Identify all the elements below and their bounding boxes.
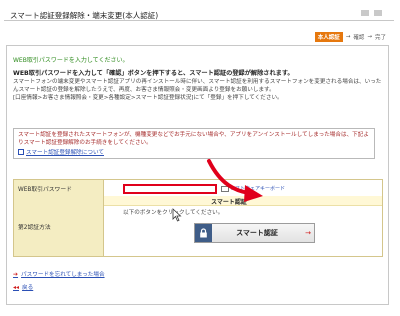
back-label: 戻る	[22, 285, 34, 291]
unregister-link-label: スマート認証登録解除について	[26, 150, 104, 156]
notice-path: [口座情報>お客さま情報照会・変更>各種設定>スマート認証登録状況]にて「登録」…	[13, 95, 283, 101]
password-prompt: WEB取引パスワードを入力してください。	[13, 57, 129, 64]
step-confirm: 確認	[353, 35, 365, 41]
warning-text: スマート認証を登録されたスマートフォンが、機種変更などでお手元にない場合や、アプ…	[18, 132, 369, 146]
notice-heading: WEB取引パスワードを入力して「確認」ボタンを押下すると、スマート認証の登録が解…	[13, 70, 294, 77]
step-separator: →	[367, 34, 372, 40]
lock-icon	[195, 224, 212, 242]
page-title: スマート認証登録解除・端末変更(本人認証)	[10, 11, 159, 20]
maximize-icon[interactable]	[374, 10, 382, 16]
double-arrow-left-icon: ◂◂	[13, 283, 20, 291]
step-complete: 完了	[374, 35, 386, 41]
notice-section: WEB取引パスワードを入力して「確認」ボタンを押下すると、スマート認証の登録が解…	[13, 70, 383, 102]
smart-auth-button-label: スマート認証	[236, 229, 278, 237]
forgot-password-link[interactable]: ➔ パスワードを忘れてしまった場合	[13, 270, 105, 279]
forgot-password-label: パスワードを忘れてしまった場合	[21, 272, 105, 278]
arrow-right-icon: ➔	[13, 270, 19, 278]
step-indicator: 本人認証 → 確認 → 完了	[314, 32, 386, 42]
auth-method-row: 第2認証方法 スマート認証 以下のボタンをクリックしてください。 スマート認証 …	[13, 196, 383, 257]
main-content-box: WEB取引パスワードを入力してください。 WEB取引パスワードを入力して「確認」…	[6, 45, 389, 305]
window-controls	[361, 10, 382, 16]
auth-method-cell: スマート認証 以下のボタンをクリックしてください。 スマート認証 →	[104, 196, 382, 256]
page-header: スマート認証登録解除・端末変更(本人認証)	[4, 4, 394, 21]
password-label: WEB取引パスワード	[14, 180, 104, 197]
window-icon	[18, 149, 24, 155]
unregister-link[interactable]: スマート認証登録解除について	[18, 148, 370, 156]
notice-body: スマートフォンの端末変更やスマート認証アプリの再インストール時に伴い、スマート認…	[13, 79, 382, 93]
step-separator: →	[345, 34, 351, 40]
back-link[interactable]: ◂◂ 戻る	[13, 283, 105, 292]
minimize-icon[interactable]	[361, 10, 369, 16]
arrow-right-icon: →	[305, 229, 311, 237]
mouse-cursor-icon	[172, 208, 182, 222]
footer-links: ➔ パスワードを忘れてしまった場合 ◂◂ 戻る	[13, 270, 105, 292]
step-current: 本人認証	[314, 32, 343, 42]
auth-method-label: 第2認証方法	[14, 196, 104, 256]
warning-box: スマート認証を登録されたスマートフォンが、機種変更などでお手元にない場合や、アプ…	[13, 128, 375, 159]
smart-auth-button[interactable]: スマート認証 →	[194, 223, 315, 243]
annotation-arrow-icon	[207, 159, 263, 202]
